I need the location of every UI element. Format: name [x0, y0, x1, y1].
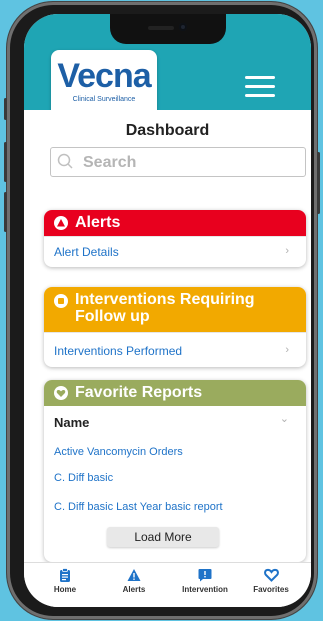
notch [110, 14, 226, 44]
tab-label: Home [53, 585, 77, 594]
camera-icon [179, 23, 187, 31]
mute-switch [4, 98, 7, 120]
tab-home[interactable]: Home [30, 568, 100, 594]
alert-details-label: Alert Details [54, 245, 119, 259]
alerts-card: Alerts Alert Details › [44, 210, 306, 267]
interventions-card: Interventions Requiring Follow up Interv… [44, 287, 306, 367]
power-button [317, 152, 320, 214]
clipboard-icon [60, 568, 70, 582]
alert-details-row[interactable]: Alert Details › [44, 236, 306, 267]
favorite-reports-card-header[interactable]: Favorite Reports [44, 380, 306, 406]
volume-down-button [4, 192, 7, 232]
heart-icon [54, 386, 68, 400]
search-icon [57, 153, 73, 169]
phone-frame: Vecna Clinical Surveillance Dashboard Se… [4, 2, 320, 619]
favorite-report-link[interactable]: Active Vancomycin Orders [54, 446, 183, 458]
favorite-reports-card-title: Favorite Reports [75, 384, 203, 401]
tab-label: Intervention [182, 585, 228, 594]
search-input[interactable] [81, 151, 300, 175]
app-screen: Vecna Clinical Surveillance Dashboard Se… [24, 14, 311, 607]
chevron-right-icon: › [285, 245, 289, 257]
message-icon [54, 294, 68, 308]
speaker [148, 26, 174, 30]
name-column-label: Name [54, 415, 90, 430]
bottom-tab-bar: Home Alerts Intervention Favorites [24, 562, 311, 607]
interventions-performed-label: Interventions Performed [54, 344, 183, 358]
vecna-logo: Vecna Clinical Surveillance [51, 50, 157, 119]
load-more-button[interactable]: Load More [107, 527, 219, 547]
page-title: Dashboard [125, 122, 210, 139]
chevron-right-icon: › [285, 344, 289, 356]
message-icon [198, 569, 212, 582]
alerts-card-title: Alerts [75, 214, 121, 231]
favorite-report-link[interactable]: C. Diff basic Last Year basic report [54, 501, 223, 513]
tab-favorites[interactable]: Favorites [236, 568, 306, 594]
interventions-performed-row[interactable]: Interventions Performed › [44, 332, 306, 367]
volume-up-button [4, 142, 7, 182]
search-box[interactable] [50, 147, 306, 177]
tab-label: Favorites [253, 585, 289, 594]
heart-icon [263, 568, 279, 582]
name-column-header[interactable]: Name ⌄ [44, 406, 306, 434]
interventions-card-header[interactable]: Interventions Requiring Follow up [44, 287, 306, 332]
hamburger-menu-icon[interactable] [245, 76, 275, 98]
interventions-card-title: Interventions Requiring Follow up [75, 291, 255, 325]
warning-icon [54, 216, 68, 230]
warning-icon [127, 569, 141, 581]
chevron-down-icon: ⌄ [279, 413, 289, 425]
alerts-card-header[interactable]: Alerts [44, 210, 306, 236]
tab-intervention[interactable]: Intervention [170, 568, 240, 594]
tab-alerts[interactable]: Alerts [99, 568, 169, 594]
logo-text: Vecna [57, 57, 151, 95]
tab-label: Alerts [122, 585, 146, 594]
favorite-report-link[interactable]: C. Diff basic [54, 472, 113, 484]
dashboard-content: Dashboard Alerts Alert Details [24, 110, 311, 562]
logo-subtitle: Clinical Surveillance [72, 96, 136, 103]
favorite-reports-card: Favorite Reports Name ⌄ Active Vancomyci… [44, 380, 306, 562]
